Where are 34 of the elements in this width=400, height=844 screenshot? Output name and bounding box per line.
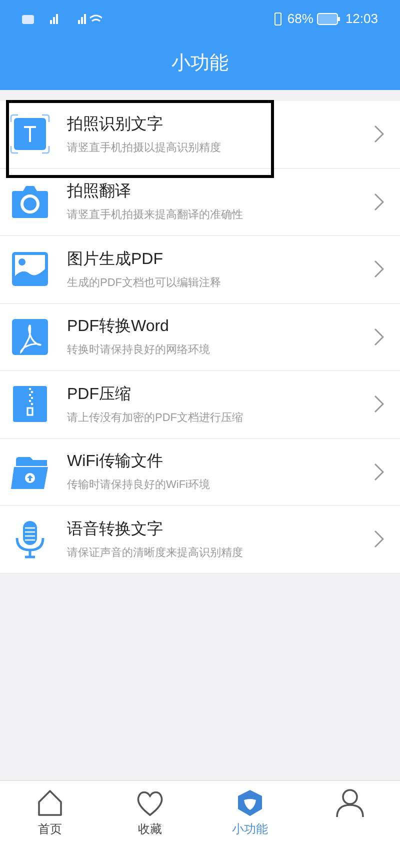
feature-title[interactable]: WiFi传输文件 xyxy=(67,450,374,474)
chevron-right-icon[interactable] xyxy=(374,530,384,548)
clock: 12:03 xyxy=(345,10,378,28)
screen-title: 小功能 xyxy=(172,52,228,76)
feature-description: 转换时请保持良好的网络环境 xyxy=(67,342,211,358)
feature-description: 请保证声音的清晰度来提高识别精度 xyxy=(67,546,244,560)
feature-description: 请上传没有加密的PDF文档进行压缩 xyxy=(67,410,244,426)
battery-percent: 68% xyxy=(287,10,314,28)
feature-description: 生成的PDF文档也可以编辑注释 xyxy=(67,276,222,290)
feature-description: 请竖直手机拍摄以提高识别精度 xyxy=(67,140,222,156)
signal-icon xyxy=(22,12,102,26)
battery-icon xyxy=(317,13,342,25)
chevron-right-icon[interactable] xyxy=(374,462,384,481)
feature-description: 请竖直手机拍摄来提高翻译的准确性 xyxy=(67,208,244,223)
home-icon xyxy=(35,788,65,818)
pdf-icon xyxy=(10,316,50,357)
tab[interactable]: 首页 xyxy=(0,781,100,844)
zipper-icon xyxy=(10,384,50,424)
shield-icon xyxy=(235,788,265,818)
chevron-right-icon[interactable] xyxy=(374,395,384,414)
tab[interactable]: 收藏 xyxy=(100,781,200,844)
person-icon xyxy=(335,788,365,818)
feature-description: 传输时请保持良好的WiFi环境 xyxy=(67,478,211,493)
feature-title[interactable]: PDF压缩 xyxy=(67,382,374,406)
chevron-right-icon[interactable] xyxy=(374,260,384,278)
feature-title[interactable]: 拍照翻译 xyxy=(67,180,374,204)
text-scan-icon xyxy=(10,114,50,154)
feature-title[interactable]: 语音转换文字 xyxy=(67,518,374,542)
chevron-right-icon[interactable] xyxy=(374,125,384,144)
feature-title[interactable]: 图片生成PDF xyxy=(67,248,374,272)
feature-title[interactable]: 拍照识别文字 xyxy=(67,112,374,136)
chevron-right-icon[interactable] xyxy=(374,328,384,346)
chevron-right-icon[interactable] xyxy=(374,192,384,211)
feature-title[interactable]: PDF转换Word xyxy=(67,315,374,339)
